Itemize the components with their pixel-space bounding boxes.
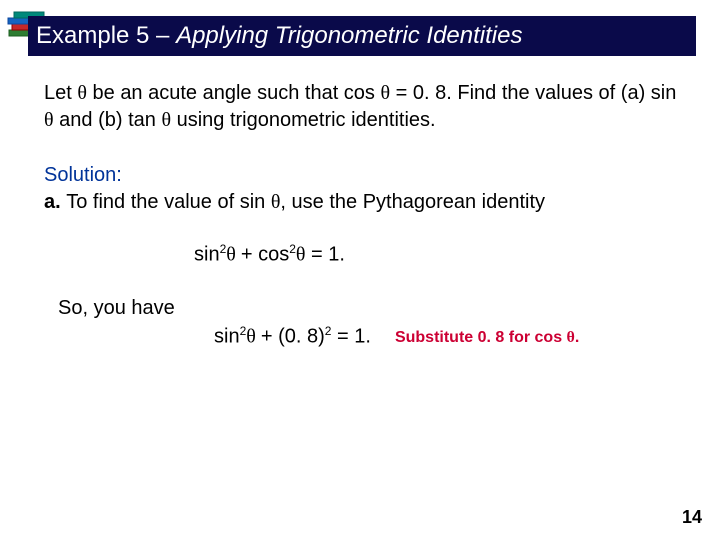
solution-label: Solution: [44,164,680,187]
so-you-have: So, you have [58,297,680,320]
title-prefix: Example 5 – [36,22,176,49]
title-main: Applying Trigonometric Identities [176,22,522,49]
title-bar: Example 5 – Applying Trigonometric Ident… [28,16,696,56]
solution-line-a: a. To find the value of sin θ, use the P… [44,189,680,216]
pythagorean-identity: sin2θ + cos2θ = 1. [194,242,680,267]
page-number: 14 [682,507,702,528]
problem-statement: Let θ be an acute angle such that cos θ … [44,80,680,134]
substitution-note: Substitute 0. 8 for cos θ. [395,329,579,347]
content: Let θ be an acute angle such that cos θ … [44,80,680,348]
substituted-equation: sin2θ + (0. 8)2 = 1. [214,324,371,349]
substituted-equation-row: sin2θ + (0. 8)2 = 1. Substitute 0. 8 for… [214,324,680,349]
slide-title: Example 5 – Applying Trigonometric Ident… [36,22,522,50]
slide: Example 5 – Applying Trigonometric Ident… [0,0,720,540]
